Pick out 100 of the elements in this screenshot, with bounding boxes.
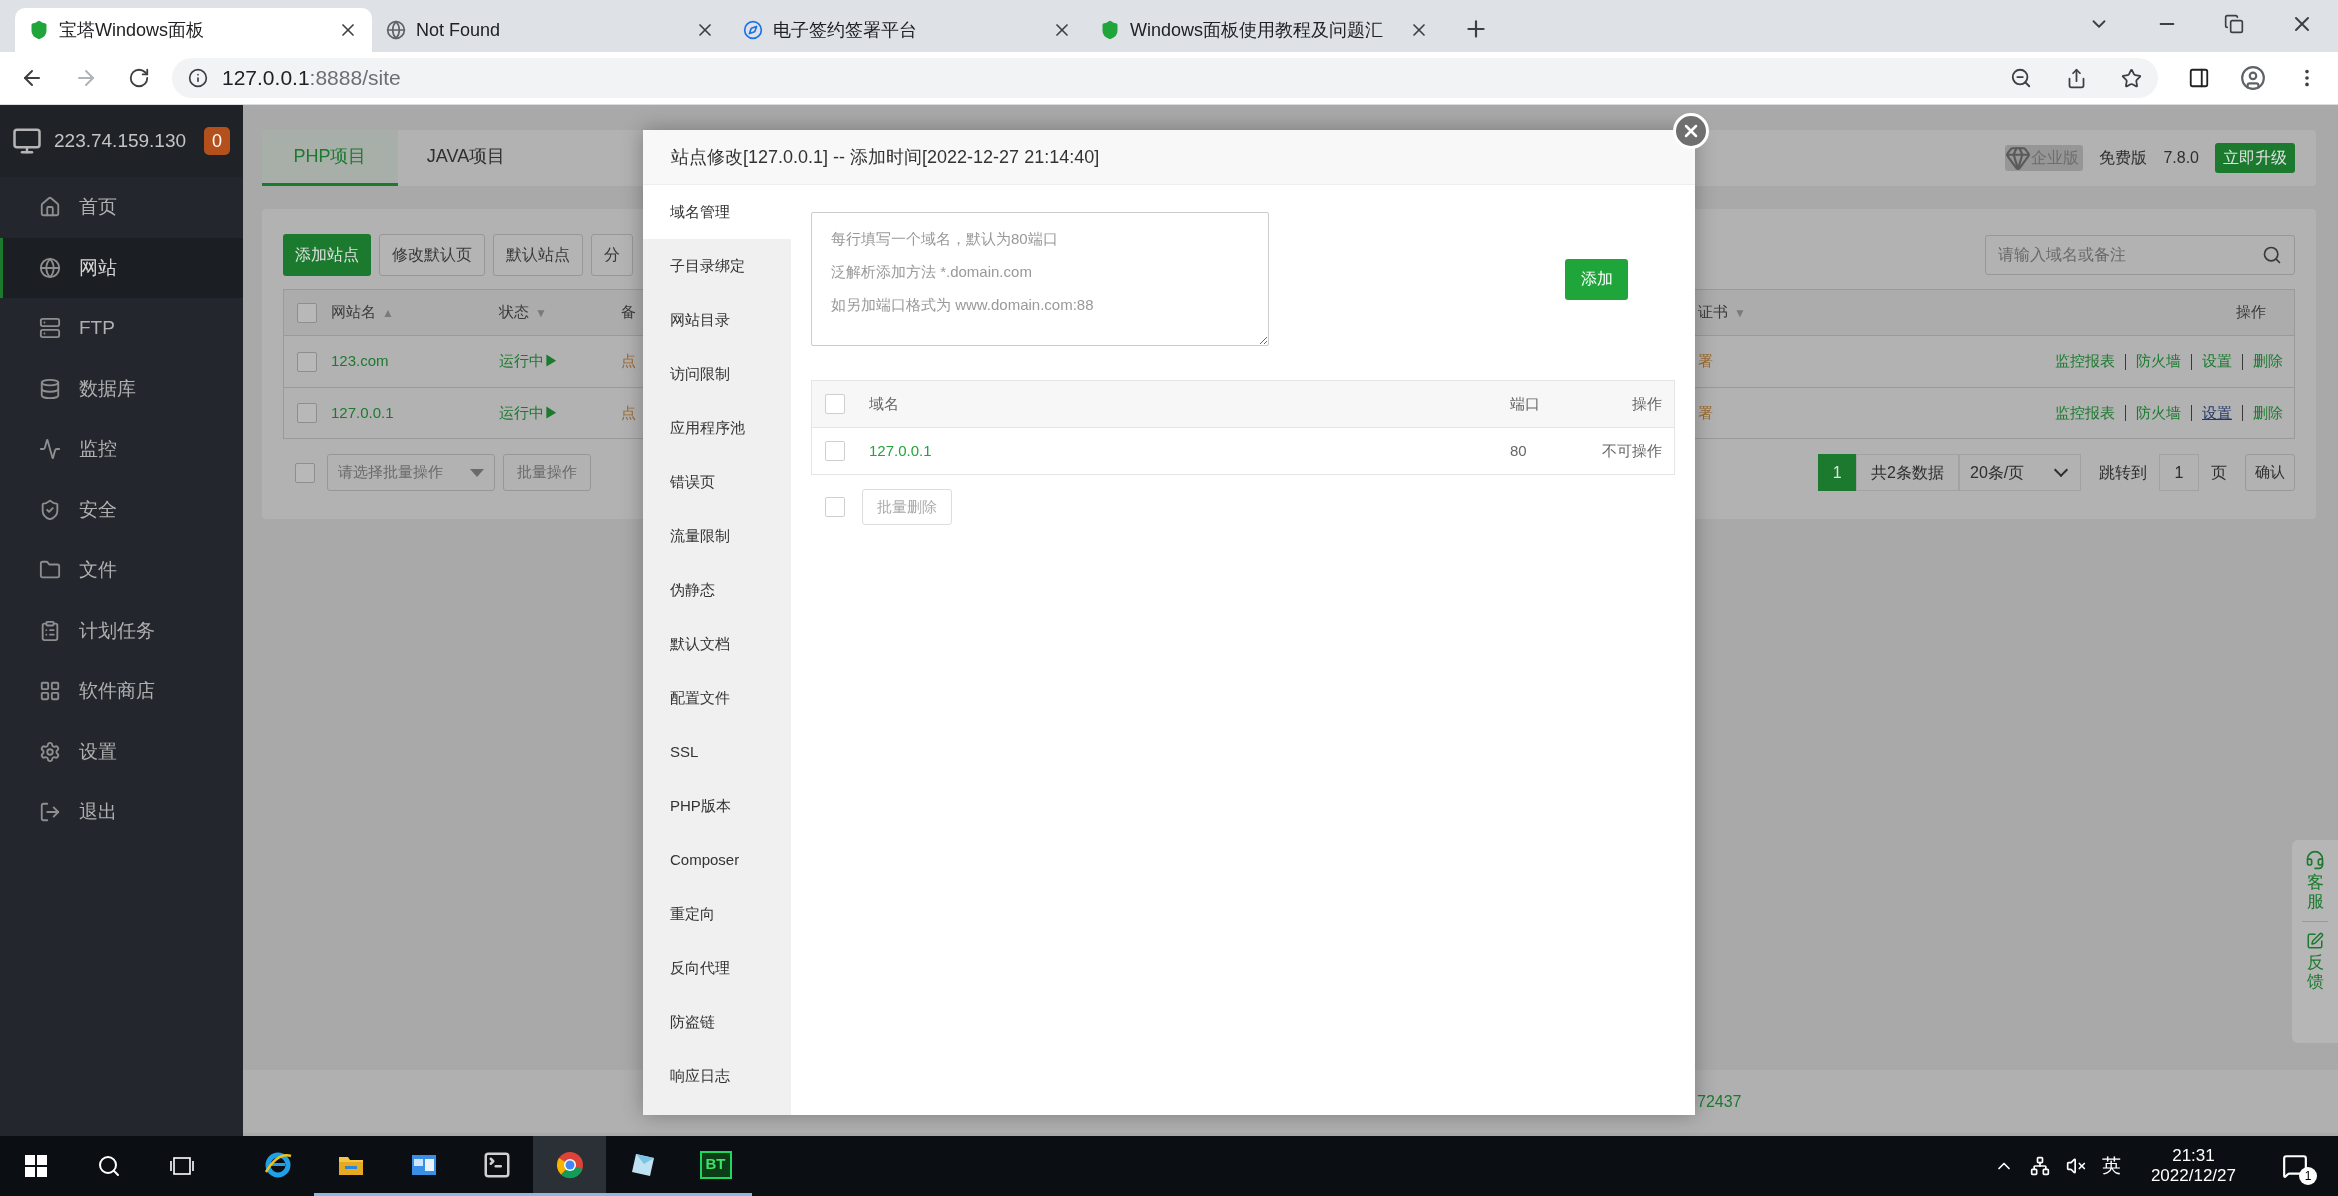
search-icon[interactable]	[97, 1154, 121, 1178]
sidebar-item[interactable]: 首页	[0, 177, 243, 238]
sidebar-item[interactable]: 退出	[0, 782, 243, 843]
settings-nav-item[interactable]: 伪静态	[643, 563, 791, 617]
globe-icon	[39, 256, 61, 279]
column-header: 域名	[869, 393, 899, 414]
server-icon	[39, 317, 61, 340]
tab-title: Windows面板使用教程及问题汇	[1130, 18, 1384, 42]
bt-app-icon[interactable]: BT	[699, 1150, 732, 1179]
sidebar-item[interactable]: 计划任务	[0, 600, 243, 661]
settings-nav-item[interactable]: 响应日志	[643, 1049, 791, 1103]
profile-icon[interactable]	[2240, 65, 2266, 91]
headset-icon[interactable]	[2305, 850, 2325, 870]
current-page[interactable]: 1	[1818, 454, 1857, 491]
browser-tab[interactable]: 宝塔Windows面板	[15, 8, 372, 52]
close-button[interactable]	[1673, 113, 1709, 149]
settings-nav-item[interactable]: 错误页	[643, 455, 791, 509]
settings-nav-item[interactable]: 配置文件	[643, 671, 791, 725]
sidebar-item[interactable]: 安全	[0, 479, 243, 540]
checkbox[interactable]	[825, 497, 845, 517]
toolbar-button[interactable]: 分	[591, 234, 633, 276]
share-icon[interactable]	[2066, 67, 2087, 89]
network-icon[interactable]	[2029, 1156, 2050, 1176]
side-panel-icon[interactable]	[2188, 67, 2210, 89]
sidebar-item[interactable]: 设置	[0, 721, 243, 782]
restore-icon[interactable]	[2224, 14, 2244, 34]
sidebar-label: 数据库	[79, 376, 136, 401]
port-text: 80	[1510, 440, 1527, 461]
toolbar-button[interactable]: 修改默认页	[379, 234, 485, 276]
grid-icon	[39, 680, 61, 703]
column-header: 操作	[2236, 303, 2266, 321]
action-link[interactable]: 设置	[2202, 401, 2232, 425]
checkbox[interactable]	[297, 351, 317, 372]
notification-count: 1	[2299, 1167, 2317, 1185]
settings-nav-item[interactable]: SSL	[643, 725, 791, 779]
toolbar-button[interactable]: 默认站点	[493, 234, 583, 276]
dialog-title: 站点修改[127.0.0.1] -- 添加时间[2022-12-27 21:14:40]	[671, 145, 1100, 169]
goto-label: 跳转到	[2099, 462, 2147, 483]
edit-icon[interactable]	[2306, 932, 2324, 951]
star-icon[interactable]	[2121, 67, 2142, 89]
sidebar-item[interactable]: 数据库	[0, 358, 243, 419]
diamond-icon	[2005, 145, 2032, 171]
settings-nav-item[interactable]: 重定向	[643, 887, 791, 941]
search-input[interactable]: 请输入域名或备注	[1986, 236, 2262, 274]
chart-icon	[39, 438, 61, 461]
ime-indicator[interactable]: 英	[2101, 1151, 2121, 1181]
taskbar-app[interactable]: BT	[679, 1136, 752, 1196]
tab-title: Not Found	[416, 18, 501, 42]
browser-tab[interactable]: Windows面板使用教程及问题汇	[1086, 8, 1443, 52]
sidebar-label: 文件	[79, 558, 117, 582]
note-text: 点	[621, 402, 636, 423]
settings-nav-item[interactable]: 反向代理	[643, 941, 791, 995]
zoom-icon[interactable]	[2010, 67, 2032, 89]
page-size-select[interactable]: 20条/页	[1959, 454, 2081, 491]
mute-icon[interactable]	[2065, 1156, 2086, 1176]
address-field[interactable]: 127.0.0.1:8888/site	[172, 58, 2158, 98]
sidebar-label: 软件商店	[79, 679, 155, 703]
sidebar-item[interactable]: 网站	[0, 237, 243, 298]
upgrade-button[interactable]: 立即升级	[2215, 143, 2295, 173]
alert-count: 0	[204, 127, 231, 155]
settings-nav-item[interactable]: Composer	[643, 833, 791, 887]
checkbox[interactable]	[297, 302, 317, 323]
page-input[interactable]: 1	[2159, 454, 2199, 491]
settings-nav-item[interactable]: 应用程序池	[643, 401, 791, 455]
shield-icon	[29, 20, 49, 40]
confirm-button[interactable]: 确认	[2245, 454, 2295, 491]
search-box[interactable]: 请输入域名或备注	[1985, 235, 2295, 275]
taskbar-app[interactable]	[533, 1136, 606, 1196]
project-tab[interactable]: JAVA项目	[398, 130, 534, 186]
house-icon	[39, 196, 61, 219]
database-icon	[39, 377, 61, 400]
sidebar-item[interactable]: 文件	[0, 540, 243, 601]
column-header: 状态	[499, 302, 529, 323]
task-view-icon[interactable]	[169, 1155, 195, 1177]
settings-nav-item[interactable]: 默认文档	[643, 617, 791, 671]
sidebar-item[interactable]: 软件商店	[0, 661, 243, 722]
toolbar-button[interactable]: 添加站点	[283, 234, 371, 276]
windows-start-icon[interactable]	[25, 1155, 47, 1177]
round-browser-icon[interactable]	[554, 1149, 585, 1180]
settings-nav-item[interactable]: 访问限制	[643, 347, 791, 401]
checkbox[interactable]	[825, 441, 845, 461]
settings-nav-item[interactable]: 网站目录	[643, 293, 791, 347]
sidebar-item[interactable]: 监控	[0, 419, 243, 480]
column-header: 操作	[1632, 393, 1663, 414]
settings-nav-item[interactable]: 流量限制	[643, 509, 791, 563]
clock[interactable]: 21:31 2022/12/27	[2150, 1145, 2236, 1187]
browser-tab[interactable]: Not Found	[372, 8, 729, 52]
sidebar-item[interactable]: FTP	[0, 298, 243, 359]
settings-nav-item[interactable]: PHP版本	[643, 779, 791, 833]
settings-nav-item[interactable]: 防盗链	[643, 995, 791, 1049]
reload-icon[interactable]	[128, 67, 150, 89]
checkbox[interactable]	[825, 394, 845, 414]
browser-tab[interactable]: 电子签约签署平台	[729, 8, 1086, 52]
info-icon[interactable]	[188, 68, 208, 88]
checkbox[interactable]	[297, 403, 317, 423]
settings-nav-item[interactable]: 子目录绑定	[643, 239, 791, 293]
settings-nav-item[interactable]: 域名管理	[643, 185, 791, 239]
domain-input[interactable]: 每行填写一个域名，默认为80端口 泛解析添加方法 *.domain.com 如另加端口格式为 www.domain.com:88	[811, 212, 1269, 346]
compass-icon	[743, 20, 763, 40]
checkbox[interactable]	[295, 462, 315, 483]
